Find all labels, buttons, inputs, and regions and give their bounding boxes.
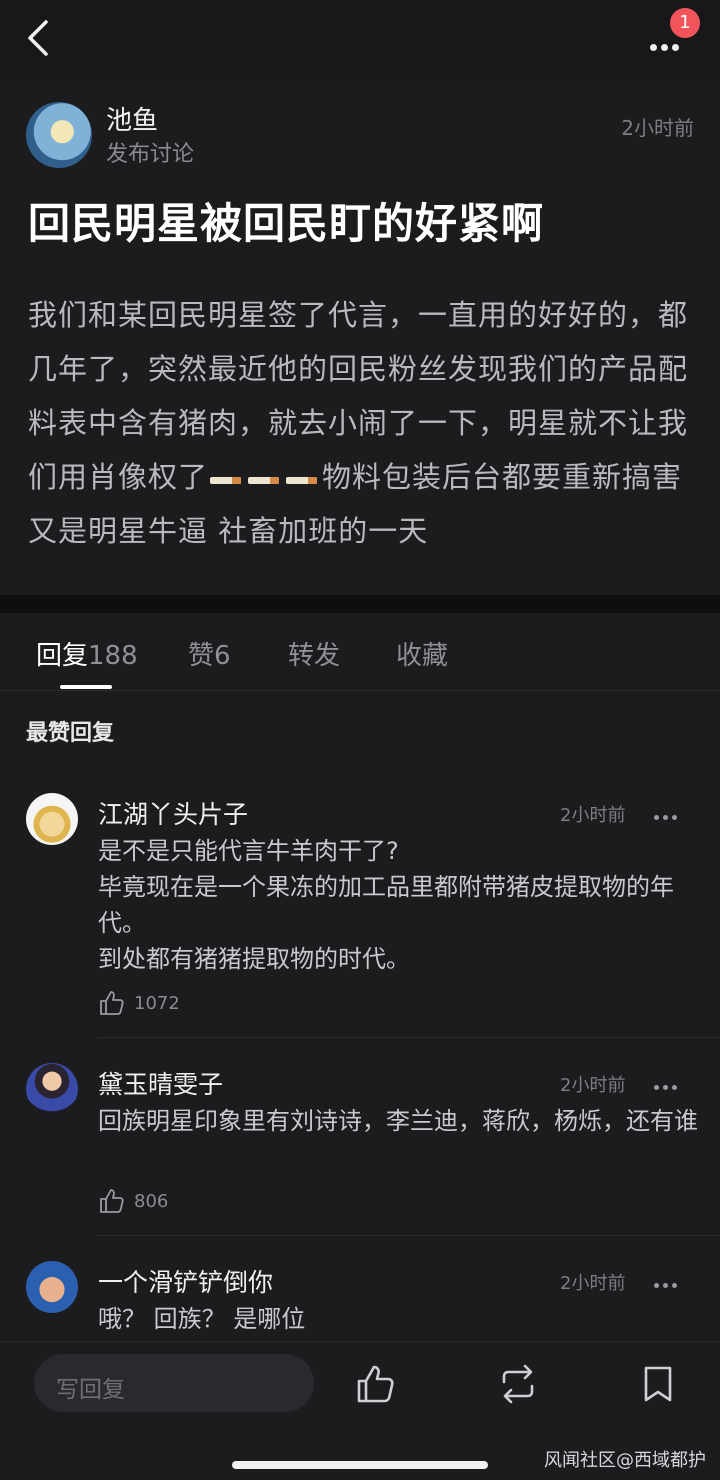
repost-icon[interactable] <box>496 1362 540 1406</box>
reply-author[interactable]: 黛玉晴雯子 <box>98 1065 223 1101</box>
avatar[interactable] <box>26 1063 78 1115</box>
reply-content: 是不是只能代言牛羊肉干了? 毕竟现在是一个果冻的加工品里都附带猪皮提取物的年代。… <box>98 833 698 977</box>
reply-list: 最赞回复 江湖丫头片子 2小时前 是不是只能代言牛羊肉干了? 毕竟现在是一个果冻… <box>0 691 720 1341</box>
avatar[interactable] <box>26 793 78 845</box>
post-timestamp: 2小时前 <box>621 116 694 140</box>
reply-line: 到处都有猪猪提取物的时代。 <box>98 945 410 973</box>
thumbs-up-icon[interactable] <box>98 989 126 1017</box>
home-indicator[interactable] <box>232 1461 488 1469</box>
notification-badge: 1 <box>670 8 700 38</box>
cigarette-emoji-icon <box>248 472 282 486</box>
watermark: 风闻社区@西域都护 <box>544 1450 706 1471</box>
tab-bar: 回复188 赞6 转发 收藏 <box>0 613 720 691</box>
tab-replies[interactable]: 回复188 <box>36 635 138 672</box>
post-body: 我们和某回民明星签了代言，一直用的好好的，都几年了，突然最近他的回民粉丝发现我们… <box>28 288 698 558</box>
cigarette-emoji-icon <box>210 472 244 486</box>
active-tab-indicator <box>60 685 112 689</box>
tab-count: 6 <box>214 641 231 671</box>
reply-more-icon[interactable] <box>654 805 686 820</box>
reply-timestamp: 2小时前 <box>560 1273 626 1294</box>
reply-timestamp: 2小时前 <box>560 805 626 826</box>
chevron-left-icon <box>28 20 48 56</box>
like-count: 806 <box>134 1191 169 1212</box>
post-card: 池鱼 发布讨论 2小时前 回民明星被回民盯的好紧啊 我们和某回民明星签了代言，一… <box>0 80 720 595</box>
tab-count: 188 <box>88 641 138 671</box>
divider <box>98 1037 720 1038</box>
top-bar: 1 <box>0 0 720 80</box>
section-label: 最赞回复 <box>26 721 115 746</box>
reply-line: 回族明星印象里有刘诗诗，李兰迪，蒋欣，杨烁，还有谁 <box>98 1107 698 1135</box>
tab-reposts[interactable]: 转发 <box>288 635 340 672</box>
reply-line: 哦？ 回族？ 是哪位 <box>98 1305 306 1333</box>
reply-timestamp: 2小时前 <box>560 1075 626 1096</box>
divider <box>98 1235 720 1236</box>
reply-input[interactable]: 写回复 <box>34 1354 314 1412</box>
tab-favorites[interactable]: 收藏 <box>396 635 448 672</box>
more-icon <box>650 36 683 55</box>
reply-content: 哦？ 回族？ 是哪位 <box>98 1301 698 1337</box>
reply-line: 毕竟现在是一个果冻的加工品里都附带猪皮提取物的年代。 <box>98 873 674 937</box>
reply-author[interactable]: 一个滑铲铲倒你 <box>98 1263 273 1299</box>
like-count: 1072 <box>134 993 180 1014</box>
avatar[interactable] <box>26 1261 78 1313</box>
thumbs-up-icon[interactable] <box>354 1362 398 1406</box>
reply-more-icon[interactable] <box>654 1075 686 1090</box>
thumbs-up-icon[interactable] <box>98 1187 126 1215</box>
author-name[interactable]: 池鱼 <box>106 100 158 137</box>
reply-author[interactable]: 江湖丫头片子 <box>98 795 248 831</box>
cigarette-emoji-icon <box>286 472 320 486</box>
back-button[interactable] <box>18 16 62 60</box>
reply-line: 是不是只能代言牛羊肉干了? <box>98 837 399 865</box>
reply-more-icon[interactable] <box>654 1273 686 1288</box>
tab-label: 回复 <box>36 641 89 671</box>
tab-label: 赞 <box>188 641 215 671</box>
post-title: 回民明星被回民盯的好紧啊 <box>28 199 545 248</box>
reply-content: 回族明星印象里有刘诗诗，李兰迪，蒋欣，杨烁，还有谁 <box>98 1103 698 1139</box>
bottom-action-bar: 写回复 风闻社区@西域都护 <box>0 1341 720 1480</box>
more-options-button[interactable]: 1 <box>640 8 700 58</box>
tab-likes[interactable]: 赞6 <box>188 635 231 672</box>
author-subtitle: 发布讨论 <box>106 142 195 167</box>
section-divider <box>0 595 720 613</box>
author-avatar[interactable] <box>26 102 92 168</box>
bookmark-icon[interactable] <box>636 1362 680 1406</box>
